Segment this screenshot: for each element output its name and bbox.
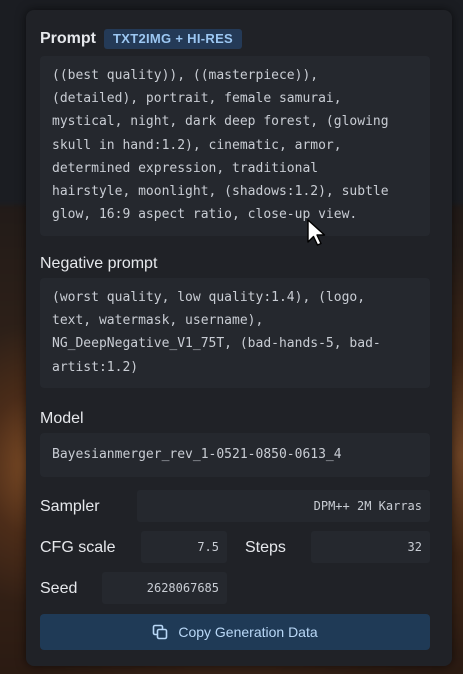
cfg-scale-value[interactable]: 7.5	[141, 531, 227, 563]
negative-prompt-text[interactable]: (worst quality, low quality:1.4), (logo,…	[40, 278, 430, 388]
copy-generation-data-button[interactable]: Copy Generation Data	[40, 614, 430, 650]
model-label: Model	[40, 410, 84, 427]
prompt-text[interactable]: ((best quality)), ((masterpiece)), (deta…	[40, 56, 430, 236]
generation-type-badge: TXT2IMG + HI-RES	[104, 29, 243, 49]
seed-value[interactable]: 2628067685	[102, 572, 227, 604]
steps-value[interactable]: 32	[311, 531, 430, 563]
steps-label: Steps	[245, 539, 286, 556]
sampler-label: Sampler	[40, 498, 100, 515]
prompt-label: Prompt	[40, 30, 96, 47]
cfg-scale-label: CFG scale	[40, 539, 116, 556]
copy-button-label: Copy Generation Data	[178, 624, 318, 640]
copy-icon	[153, 624, 168, 640]
sampler-value[interactable]: DPM++ 2M Karras	[137, 490, 430, 522]
mouse-pointer-icon	[307, 219, 326, 246]
model-value[interactable]: Bayesianmerger_rev_1-0521-0850-0613_4	[40, 433, 430, 477]
seed-label: Seed	[40, 580, 78, 597]
negative-prompt-label: Negative prompt	[40, 255, 158, 272]
